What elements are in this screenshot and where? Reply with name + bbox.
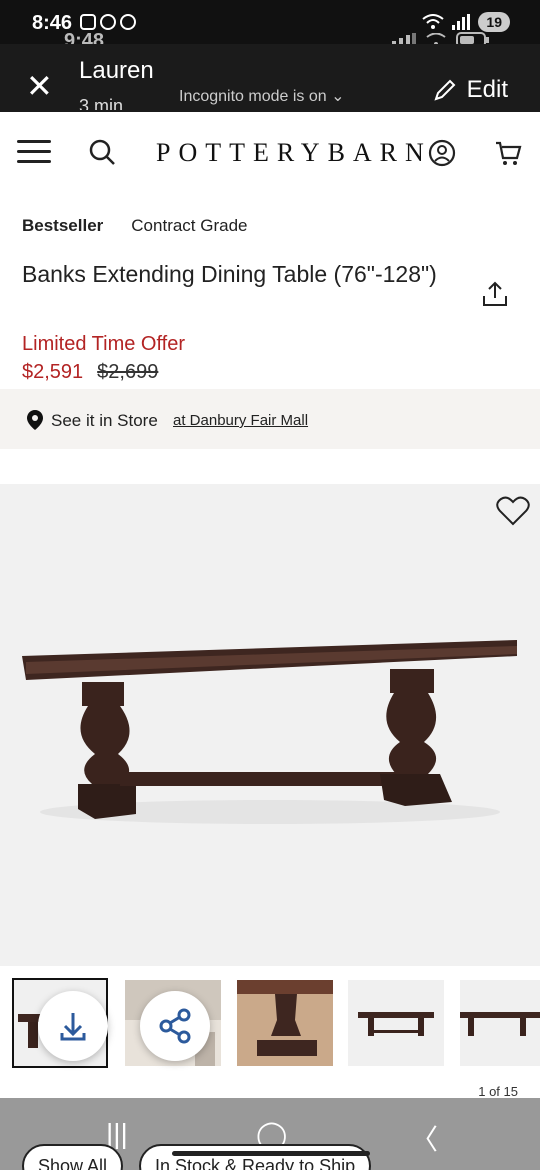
location-pin-icon: [27, 410, 43, 430]
site-header: POTTERYBARN: [0, 112, 540, 192]
contact-subtitle: 3 min: [79, 96, 124, 110]
thumbnail-3[interactable]: [237, 980, 333, 1066]
incognito-bar: ✕ Lauren 3 min Incognito mode is on ⌄ Ed…: [0, 44, 540, 112]
close-button[interactable]: ✕: [26, 70, 53, 102]
back-icon[interactable]: 〈: [410, 1118, 438, 1158]
pottery-barn-logo[interactable]: POTTERYBARN: [156, 138, 432, 168]
notification-icons: [80, 14, 136, 30]
store-availability: See it in Store at Danbury Fair Mall: [0, 389, 540, 449]
edit-button[interactable]: Edit: [433, 76, 508, 104]
see-in-store-label: See it in Store: [51, 411, 158, 430]
download-icon: [60, 1013, 86, 1041]
share-button[interactable]: [140, 991, 210, 1061]
incognito-mode-label: Incognito mode is on: [179, 88, 327, 105]
signal-icon: [452, 14, 471, 30]
store-location-link[interactable]: at Danbury Fair Mall: [173, 412, 308, 429]
gesture-bar: [172, 1151, 370, 1156]
account-icon[interactable]: [428, 139, 456, 167]
wifi-icon: [422, 14, 445, 29]
in-stock-filter[interactable]: In Stock & Ready to Ship: [139, 1144, 372, 1170]
limited-offer-label: Limited Time Offer: [22, 333, 186, 355]
image-counter: 1 of 15: [478, 1084, 518, 1099]
download-button[interactable]: [38, 991, 108, 1061]
bestseller-badge: Bestseller: [22, 216, 104, 235]
product-badges: Bestseller Contract Grade: [22, 216, 248, 236]
product-title: Banks Extending Dining Table (76"-128"): [22, 261, 437, 287]
favorite-heart-icon[interactable]: [496, 496, 530, 526]
chevron-down-icon: ⌄: [331, 88, 345, 105]
thumbnail-5[interactable]: [460, 980, 540, 1066]
incognito-mode-dropdown[interactable]: Incognito mode is on ⌄: [179, 86, 345, 106]
status-right: 19: [422, 12, 510, 32]
original-price: $2,699: [97, 361, 159, 383]
menu-icon[interactable]: [17, 140, 51, 164]
price-row: $2,591 $2,699: [22, 361, 158, 384]
contact-name: Lauren: [79, 57, 154, 84]
edit-label: Edit: [466, 76, 508, 103]
product-image[interactable]: [0, 484, 540, 966]
share-icon[interactable]: [481, 280, 509, 308]
sale-price: $2,591: [22, 361, 84, 383]
notification-icon: [80, 14, 96, 30]
dining-table-illustration: [22, 640, 517, 824]
notification-icon: [100, 14, 116, 30]
cloud-icon: [120, 14, 136, 30]
show-all-filter[interactable]: Show All: [22, 1144, 124, 1170]
thumbnail-4[interactable]: [348, 980, 444, 1066]
battery-indicator: 19: [478, 12, 510, 32]
pencil-icon: [434, 79, 456, 101]
cart-icon[interactable]: [494, 139, 522, 167]
share-nodes-icon: [159, 1008, 191, 1044]
contract-grade-badge: Contract Grade: [131, 216, 248, 235]
search-icon[interactable]: [88, 138, 116, 166]
